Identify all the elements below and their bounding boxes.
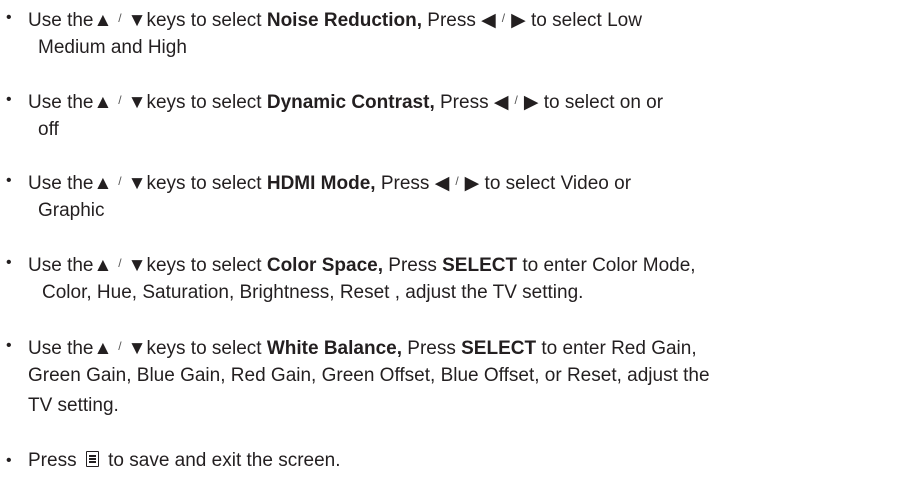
up-arrow-icon: ▲ — [93, 92, 113, 113]
left-arrow-icon: ◀ — [434, 173, 450, 194]
left-arrow-icon: ◀ — [493, 92, 509, 113]
text-segment: Green Gain, Blue Gain, Red Gain, Green O… — [28, 365, 710, 386]
text-segment: keys to select — [146, 92, 267, 113]
text-line: Graphic — [38, 197, 105, 225]
text-segment: Medium and High — [38, 37, 187, 58]
bullet: • — [6, 9, 12, 26]
text-line: Color, Hue, Saturation, Brightness, Rese… — [42, 279, 583, 307]
text-segment: to enter Red Gain, — [536, 338, 697, 359]
bullet: • — [6, 91, 12, 108]
up-arrow-icon: ▲ — [93, 338, 113, 359]
menu-icon — [85, 451, 99, 467]
text-line: off — [38, 116, 59, 144]
slash-separator: / — [118, 11, 122, 25]
up-down-arrow-keys-icon: ▲ / ▼ — [93, 167, 146, 199]
text-segment: Color, Hue, Saturation, Brightness, Rese… — [42, 282, 584, 303]
slash-separator: / — [118, 256, 122, 270]
text-segment: Press — [402, 338, 462, 359]
text-line: TV setting. — [28, 392, 119, 420]
text-segment: off — [38, 119, 59, 140]
text-segment: Press — [434, 92, 494, 113]
text-segment: Use the — [28, 92, 94, 113]
up-down-arrow-keys-icon: ▲ / ▼ — [93, 4, 146, 36]
left-right-arrow-keys-icon: ◀ / ▶ — [481, 4, 526, 36]
text-segment: to save and exit the screen. — [102, 450, 341, 471]
text-segment: Use the — [28, 338, 94, 359]
up-down-arrow-keys-icon: ▲ / ▼ — [93, 332, 146, 364]
slash-separator: / — [455, 174, 459, 188]
text-line: Use the▲ / ▼keys to select Dynamic Contras… — [28, 86, 663, 118]
text-segment: TV setting. — [28, 395, 119, 416]
bold-term: Color Space, — [266, 255, 383, 276]
bold-term: White Balance, — [266, 338, 402, 359]
text-segment: keys to select — [146, 173, 267, 194]
text-segment: Press — [375, 173, 435, 194]
text-segment: Press — [383, 255, 443, 276]
text-segment: Use the — [28, 173, 94, 194]
slash-separator: / — [118, 174, 122, 188]
text-segment: Press — [422, 10, 482, 31]
text-segment: Use the — [28, 255, 94, 276]
text-segment: Use the — [28, 10, 94, 31]
bullet: • — [6, 172, 12, 189]
up-arrow-icon: ▲ — [93, 10, 113, 31]
text-line: Use the▲ / ▼keys to select White Balance, … — [28, 332, 697, 364]
text-segment: to enter Color Mode, — [517, 255, 696, 276]
right-arrow-icon: ▶ — [523, 92, 539, 113]
bold-term: SELECT — [461, 338, 537, 359]
left-right-arrow-keys-icon: ◀ / ▶ — [435, 167, 480, 199]
bold-term: SELECT — [442, 255, 518, 276]
text-segment: Press — [28, 450, 82, 471]
slash-separator: / — [514, 93, 518, 107]
text-line: Use the▲ / ▼keys to select Color Space, Pr… — [28, 249, 696, 281]
down-arrow-icon: ▼ — [127, 10, 147, 31]
bold-term: Noise Reduction, — [266, 10, 423, 31]
text-line: Green Gain, Blue Gain, Red Gain, Green O… — [28, 362, 710, 390]
down-arrow-icon: ▼ — [127, 255, 147, 276]
text-line: Press to save and exit the screen. — [28, 447, 341, 475]
bullet: • — [6, 254, 12, 271]
text-segment: keys to select — [146, 338, 267, 359]
right-arrow-icon: ▶ — [464, 173, 480, 194]
text-segment: keys to select — [146, 10, 267, 31]
down-arrow-icon: ▼ — [127, 173, 147, 194]
left-arrow-icon: ◀ — [481, 10, 496, 31]
bullet: • — [6, 452, 12, 469]
right-arrow-icon: ▶ — [511, 10, 526, 31]
text-segment: to select on or — [538, 92, 664, 113]
text-segment: keys to select — [146, 255, 267, 276]
text-line: Use the▲ / ▼keys to select HDMI Mode, Pres… — [28, 167, 631, 199]
up-arrow-icon: ▲ — [93, 255, 113, 276]
bullet: • — [6, 337, 12, 354]
slash-separator: / — [118, 339, 122, 353]
text-segment: Graphic — [38, 200, 105, 221]
text-line: Use the▲ / ▼keys to select Noise Reduction… — [28, 4, 642, 36]
up-down-arrow-keys-icon: ▲ / ▼ — [93, 249, 146, 281]
text-segment: to select Video or — [479, 173, 632, 194]
down-arrow-icon: ▼ — [127, 338, 147, 359]
slash-separator: / — [118, 93, 122, 107]
left-right-arrow-keys-icon: ◀ / ▶ — [494, 86, 539, 118]
slash-separator: / — [501, 11, 506, 25]
text-segment: to select Low — [525, 10, 642, 31]
text-line: Medium and High — [38, 34, 187, 62]
up-arrow-icon: ▲ — [93, 173, 113, 194]
document: • Use the▲ / ▼keys to select Noise Reductio… — [0, 0, 921, 492]
up-down-arrow-keys-icon: ▲ / ▼ — [93, 86, 146, 118]
bold-term: HDMI Mode, — [266, 173, 376, 194]
down-arrow-icon: ▼ — [127, 92, 147, 113]
bold-term: Dynamic Contrast, — [266, 92, 435, 113]
